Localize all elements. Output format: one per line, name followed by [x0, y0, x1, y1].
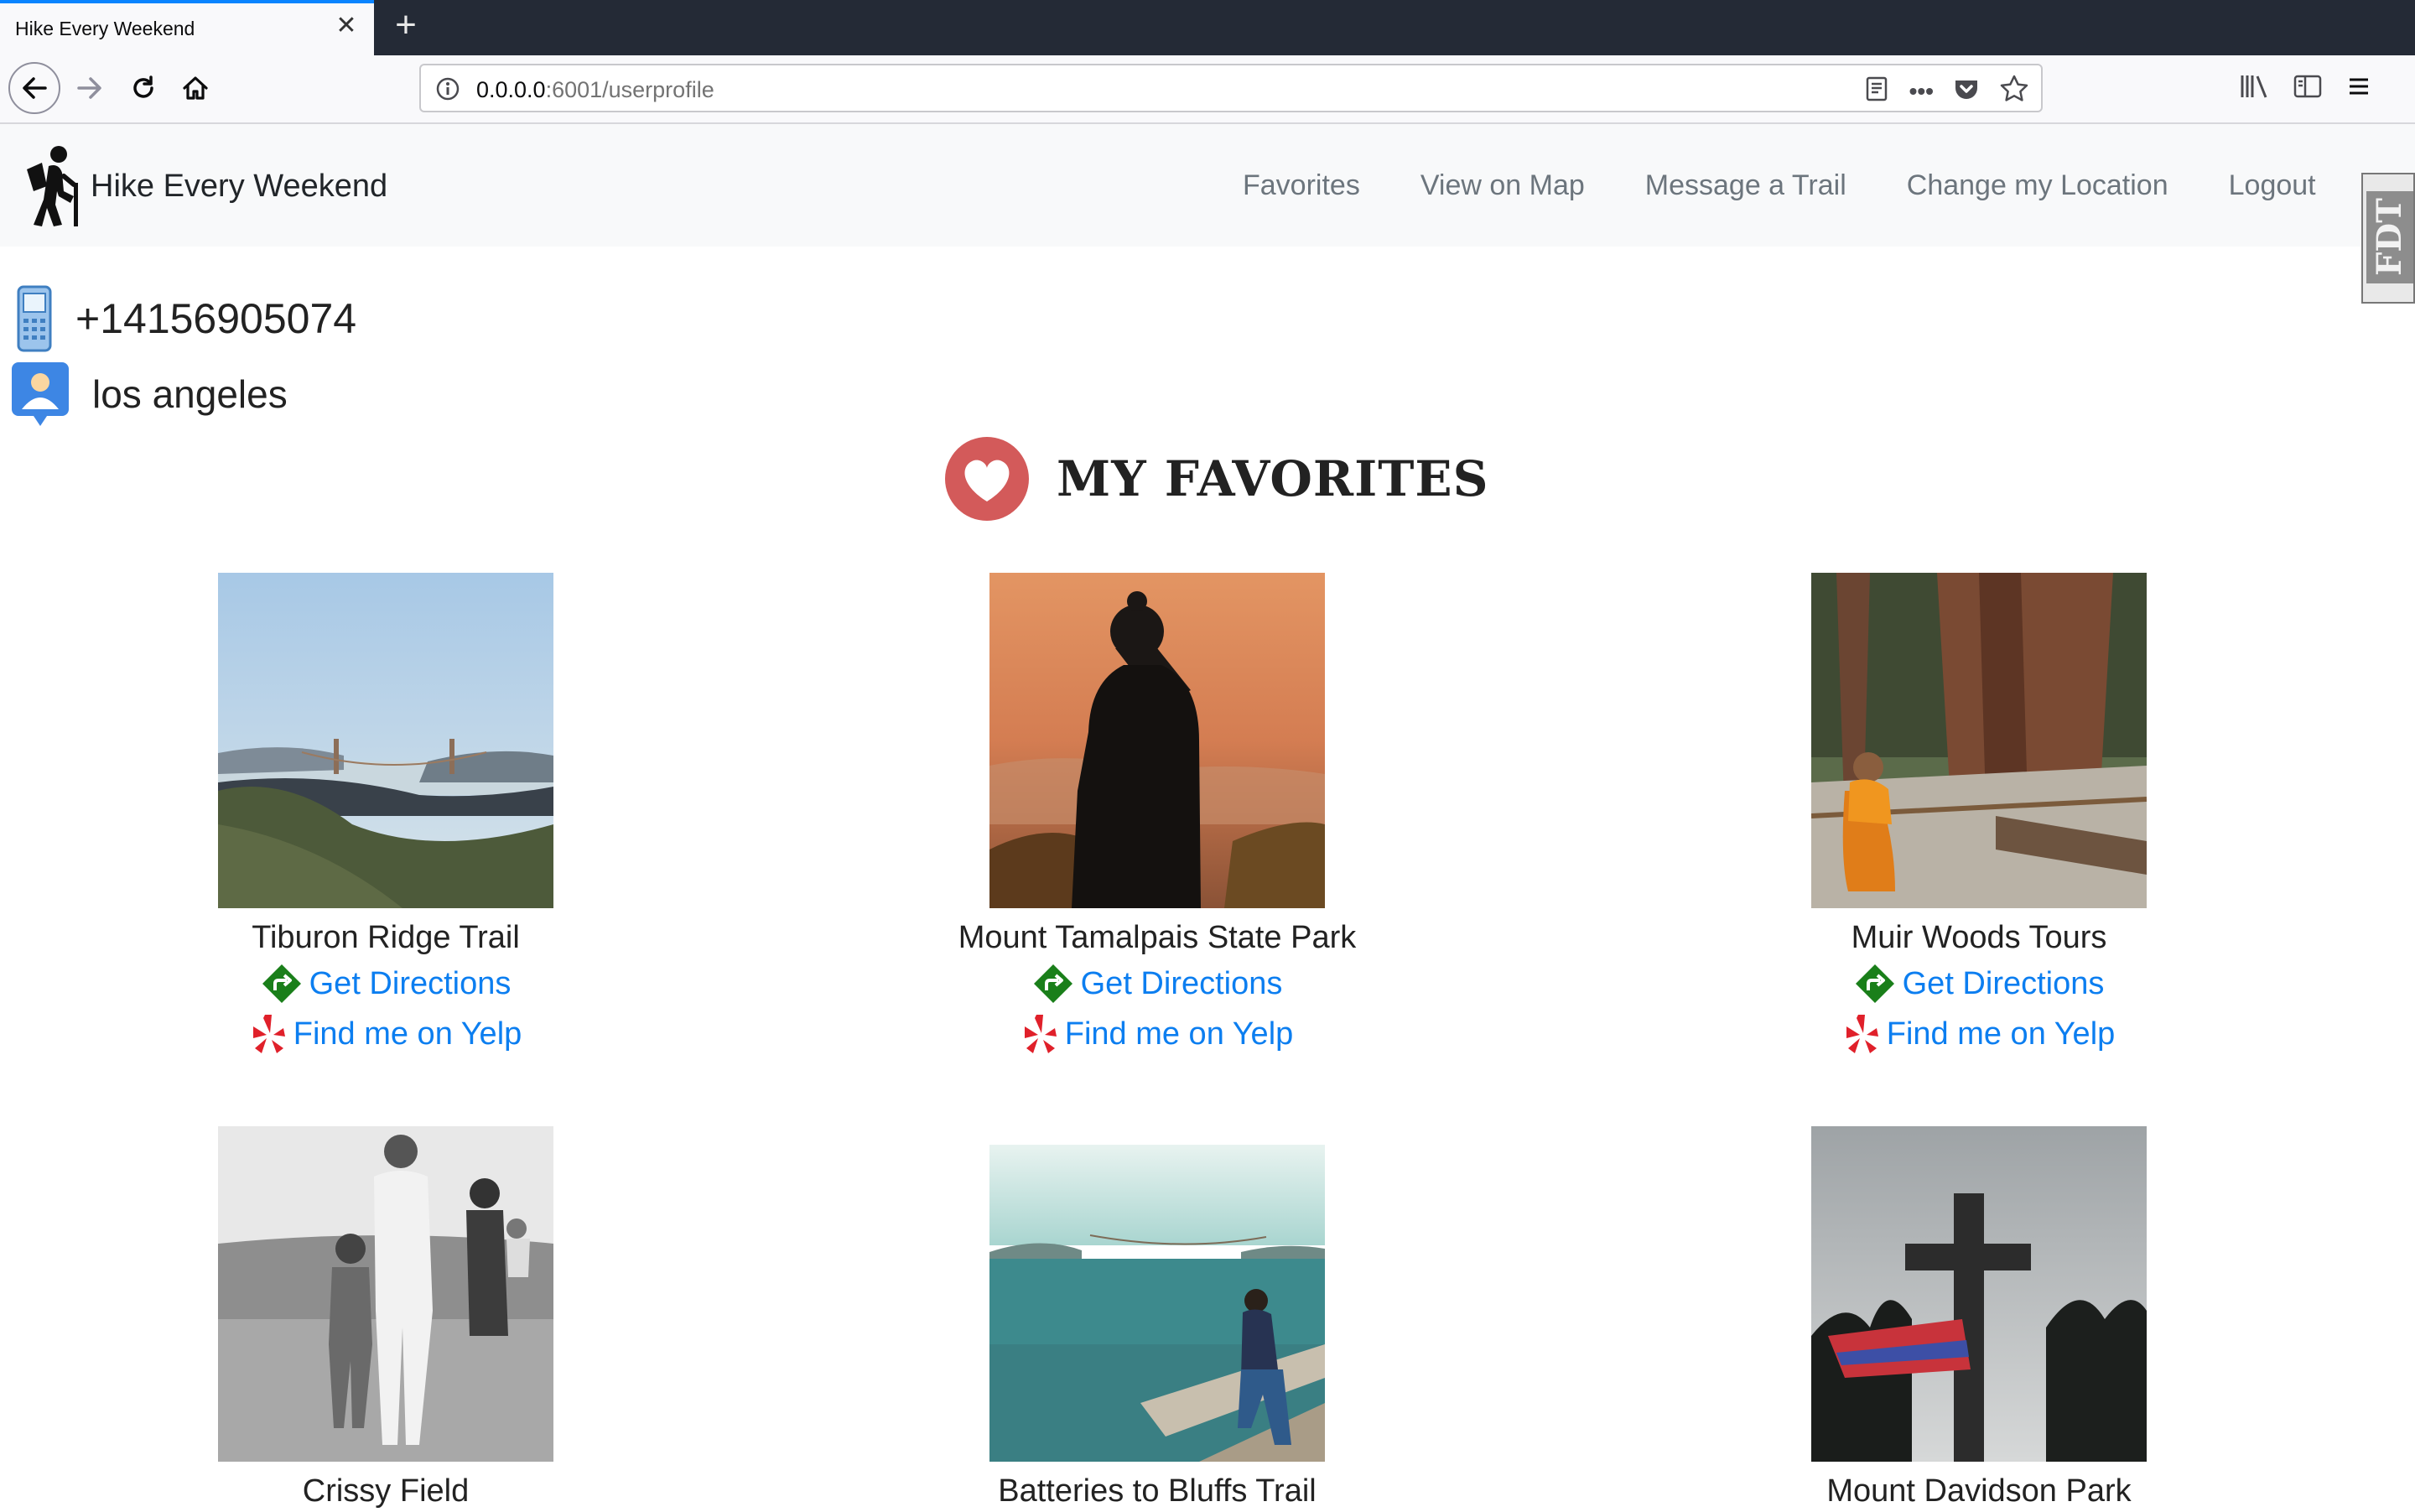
- mobile-phone-icon: [17, 285, 52, 352]
- url-host: 0.0.0.0: [476, 77, 546, 102]
- favorite-card: Mount Tamalpais State Park Get Direction…: [864, 573, 1451, 1059]
- get-directions-label: Get Directions: [1902, 966, 2105, 1001]
- trail-name: Mount Tamalpais State Park: [958, 920, 1357, 955]
- directions-icon: [262, 964, 301, 1003]
- url-text: 0.0.0.0:6001/userprofile: [476, 77, 714, 103]
- trail-photo: [1811, 1126, 2147, 1462]
- brand-link[interactable]: Hike Every Weekend: [18, 144, 387, 228]
- location-row: los angeles: [10, 361, 288, 428]
- favorites-title: MY FAVORITES: [1057, 450, 1489, 507]
- trail-name: Tiburon Ridge Trail: [252, 920, 520, 955]
- phone-number: +14156905074: [75, 295, 357, 342]
- nav-message-a-trail[interactable]: Message a Trail: [1645, 169, 1846, 202]
- yelp-link[interactable]: Find me on Yelp: [1685, 1009, 2272, 1059]
- heart-icon: [945, 437, 1029, 521]
- main-nav: Favorites View on Map Message a Trail Ch…: [1243, 124, 2316, 247]
- favorites-heading: MY FAVORITES: [944, 436, 1488, 522]
- user-location: los angeles: [92, 372, 288, 416]
- nav-view-on-map[interactable]: View on Map: [1420, 169, 1585, 202]
- tab-title: Hike Every Weekend: [15, 18, 195, 39]
- trail-name: Mount Davidson Park: [1826, 1473, 2132, 1509]
- get-directions-label: Get Directions: [1080, 966, 1283, 1001]
- yelp-icon: [1024, 1015, 1057, 1053]
- favorite-card: Batteries to Bluffs Trail: [864, 1126, 1451, 1512]
- close-tab-icon[interactable]: ✕: [334, 13, 359, 39]
- bookmark-star-icon[interactable]: [1999, 74, 2029, 108]
- directions-icon: [1855, 964, 1894, 1003]
- browser-tab-strip: Hike Every Weekend ✕ +: [0, 0, 2415, 55]
- site-navbar: Hike Every Weekend Favorites View on Map…: [0, 124, 2415, 247]
- page-actions-icon[interactable]: •••: [1909, 78, 1934, 105]
- trail-photo: [218, 573, 553, 908]
- favorite-card: Crissy Field: [92, 1126, 679, 1512]
- address-bar[interactable]: 0.0.0.0:6001/userprofile •••: [419, 64, 2043, 112]
- new-tab-icon[interactable]: +: [387, 7, 424, 44]
- yelp-label: Find me on Yelp: [1064, 1016, 1294, 1052]
- reader-view-icon[interactable]: [1862, 75, 1891, 107]
- get-directions-link[interactable]: Get Directions: [92, 959, 679, 1009]
- get-directions-link[interactable]: Get Directions: [864, 959, 1451, 1009]
- yelp-icon: [1846, 1015, 1878, 1053]
- hiker-icon: [27, 146, 78, 226]
- favorite-card: Tiburon Ridge Trail Get Directions Find …: [92, 573, 679, 1059]
- forward-button[interactable]: [65, 64, 114, 112]
- nav-logout[interactable]: Logout: [2229, 169, 2316, 202]
- trail-name: Crissy Field: [302, 1473, 470, 1509]
- trail-name: Muir Woods Tours: [1851, 920, 2107, 955]
- home-button[interactable]: [171, 64, 220, 112]
- nav-favorites[interactable]: Favorites: [1243, 169, 1360, 202]
- sidebar-toggle-icon[interactable]: [2293, 72, 2323, 105]
- yelp-icon: [252, 1015, 285, 1053]
- yelp-link[interactable]: Find me on Yelp: [864, 1009, 1451, 1059]
- browser-toolbar: 0.0.0.0:6001/userprofile •••: [0, 55, 2415, 124]
- nav-change-location[interactable]: Change my Location: [1907, 169, 2168, 202]
- pocket-icon[interactable]: [1952, 75, 1981, 107]
- reload-icon: [133, 75, 153, 98]
- favorite-card: Muir Woods Tours Get Directions Find me …: [1685, 573, 2272, 1059]
- yelp-label: Find me on Yelp: [1886, 1016, 2116, 1052]
- get-directions-label: Get Directions: [309, 966, 512, 1001]
- yelp-link[interactable]: Find me on Yelp: [92, 1009, 679, 1059]
- trail-photo: [989, 1126, 1325, 1462]
- browser-tab[interactable]: Hike Every Weekend ✕: [0, 0, 374, 55]
- forward-arrow-icon: [77, 77, 101, 99]
- trail-name: Batteries to Bluffs Trail: [998, 1473, 1317, 1509]
- get-directions-link[interactable]: Get Directions: [1685, 959, 2272, 1009]
- trail-photo: [1811, 573, 2147, 908]
- url-path: :6001/userprofile: [545, 77, 714, 102]
- yelp-label: Find me on Yelp: [293, 1016, 522, 1052]
- back-arrow-icon: [23, 77, 47, 99]
- home-icon: [183, 76, 208, 100]
- fdt-label: FDT: [2366, 191, 2413, 283]
- trail-photo: [989, 573, 1325, 908]
- phone-row: +14156905074: [15, 285, 356, 352]
- library-icon[interactable]: [2239, 72, 2271, 105]
- back-button[interactable]: [8, 62, 60, 114]
- directions-icon: [1033, 964, 1072, 1003]
- trail-photo: [218, 1126, 553, 1462]
- favorite-card: Mount Davidson Park: [1685, 1126, 2272, 1512]
- user-location-icon: [12, 362, 69, 426]
- site-info-icon[interactable]: [434, 75, 461, 107]
- brand-name: Hike Every Weekend: [91, 168, 388, 204]
- hamburger-menu-icon[interactable]: [2345, 72, 2373, 105]
- fdt-extension-tab[interactable]: FDT: [2361, 173, 2415, 304]
- reload-button[interactable]: [119, 64, 168, 112]
